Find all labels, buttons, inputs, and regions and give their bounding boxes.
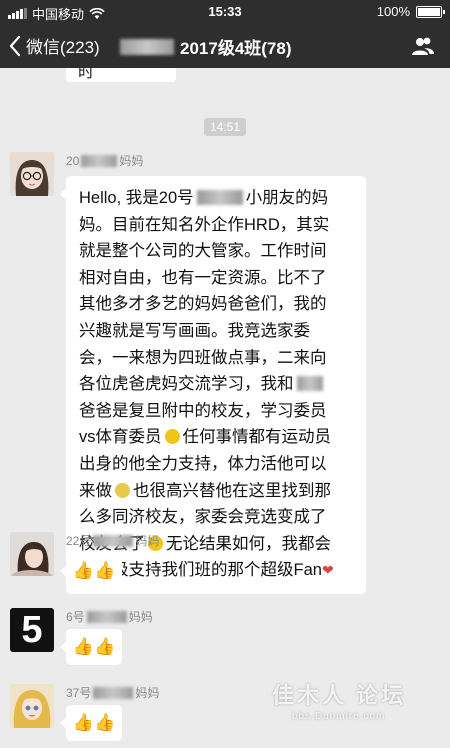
sender-suffix: 妈妈 bbox=[135, 534, 160, 548]
watermark: 佳木人 论坛 bbs.Dunmire.com bbox=[272, 678, 442, 726]
message-bubble[interactable]: 👍👍 bbox=[60, 705, 122, 741]
sender-prefix: 37号 bbox=[66, 686, 92, 700]
thumbs-up-icon: 👍👍 bbox=[72, 561, 116, 580]
heart-icon: ❤ bbox=[321, 562, 334, 579]
message-line: 各位虎爸虎妈交流学习，我和 bbox=[79, 371, 354, 398]
watermark-title: 佳木人 论坛 bbox=[272, 683, 407, 708]
redacted-name bbox=[93, 686, 134, 699]
chat-area[interactable]: 时 14:51 20 妈妈 Hello, 我是20号 小朋友的妈 妈。目前在知名外… bbox=[0, 68, 450, 748]
message-bubble[interactable]: 👍👍 bbox=[60, 629, 122, 665]
sender-prefix: 6号 bbox=[66, 610, 85, 624]
message-bubble[interactable]: 👍👍 bbox=[60, 553, 122, 589]
message-line: 其他多才多艺的妈妈爸爸们，我的 bbox=[79, 295, 327, 314]
sender-name: 22号 妈妈 bbox=[66, 532, 159, 549]
redacted-title-block bbox=[120, 38, 174, 55]
message-line: 爸爸是复旦附中的校友，学习委员 bbox=[79, 401, 327, 420]
sender-suffix: 妈妈 bbox=[119, 154, 144, 168]
redacted-name bbox=[81, 154, 118, 167]
battery-icon bbox=[416, 5, 445, 18]
thumbs-up-icon: 👍👍 bbox=[72, 713, 116, 732]
avatar-number: 5 bbox=[21, 608, 43, 651]
avatar-portrait-icon bbox=[10, 532, 54, 576]
avatar[interactable] bbox=[10, 152, 54, 196]
grin-emoji-icon bbox=[164, 429, 180, 445]
status-bar: 中国移动 15:33 100% bbox=[0, 0, 450, 24]
sweat-emoji-icon bbox=[115, 482, 130, 498]
message-line: vs体育委员 任何事情都有运动员 bbox=[79, 428, 331, 447]
message-line: 会，一来想为四班做点事，二来向 bbox=[79, 348, 327, 367]
chat-title: 2017级4班(78) bbox=[120, 34, 292, 59]
sender-suffix: 妈妈 bbox=[135, 686, 160, 700]
battery-percent: 100% bbox=[376, 4, 410, 19]
message-line: 出身的他全力支持，体力活他可以 bbox=[79, 454, 327, 473]
previous-message-text: 时 bbox=[78, 68, 95, 81]
sender-name: 6号 妈妈 bbox=[66, 608, 153, 625]
message-line: 妈。目前在知名外企作HRD，其实 bbox=[79, 215, 330, 234]
watermark-url: bbs.Dunmire.com bbox=[292, 711, 386, 722]
avatar[interactable] bbox=[10, 684, 54, 728]
sender-suffix: 妈妈 bbox=[128, 610, 153, 624]
message-line: 么多同济校友，家委会竞选变成了 bbox=[79, 508, 327, 527]
avatar[interactable]: 5 bbox=[10, 608, 54, 652]
sender-prefix: 20 bbox=[66, 153, 80, 168]
redacted-name bbox=[196, 190, 243, 205]
message-line: 相对自由，也有一定资源。比不了 bbox=[79, 268, 327, 287]
group-members-icon[interactable] bbox=[412, 36, 434, 56]
back-label: 微信(223) bbox=[26, 38, 100, 57]
avatar-cartoon-blonde-icon bbox=[10, 684, 54, 728]
sender-prefix: 22号 bbox=[66, 534, 92, 548]
message-line: Hello, 我是20号 小朋友的妈 bbox=[79, 189, 329, 207]
sender-name: 20 妈妈 bbox=[66, 152, 143, 169]
redacted-name bbox=[86, 610, 127, 623]
redacted-name bbox=[93, 534, 134, 547]
message-line: 来做 也很高兴替他在这里找到那 bbox=[79, 481, 331, 500]
avatar-cartoon-girl-icon bbox=[10, 152, 54, 196]
nav-bar: 微信(223) 2017级4班(78) bbox=[0, 24, 450, 68]
previous-message-bubble[interactable]: 时 bbox=[66, 68, 176, 82]
sender-name: 37号 妈妈 bbox=[66, 684, 159, 701]
message-timestamp: 14:51 bbox=[204, 118, 247, 136]
back-button[interactable]: 微信(223) bbox=[8, 33, 100, 58]
chevron-left-icon bbox=[9, 35, 21, 56]
chat-title-text: 2017级4班(78) bbox=[180, 39, 292, 58]
avatar[interactable] bbox=[10, 532, 54, 576]
message-line: 兴趣就是写写画画。我竞选家委 bbox=[79, 321, 310, 340]
redacted-name bbox=[296, 376, 323, 392]
message-line: 就是整个公司的大管家。工作时间 bbox=[79, 242, 327, 261]
thumbs-up-icon: 👍👍 bbox=[72, 637, 116, 656]
